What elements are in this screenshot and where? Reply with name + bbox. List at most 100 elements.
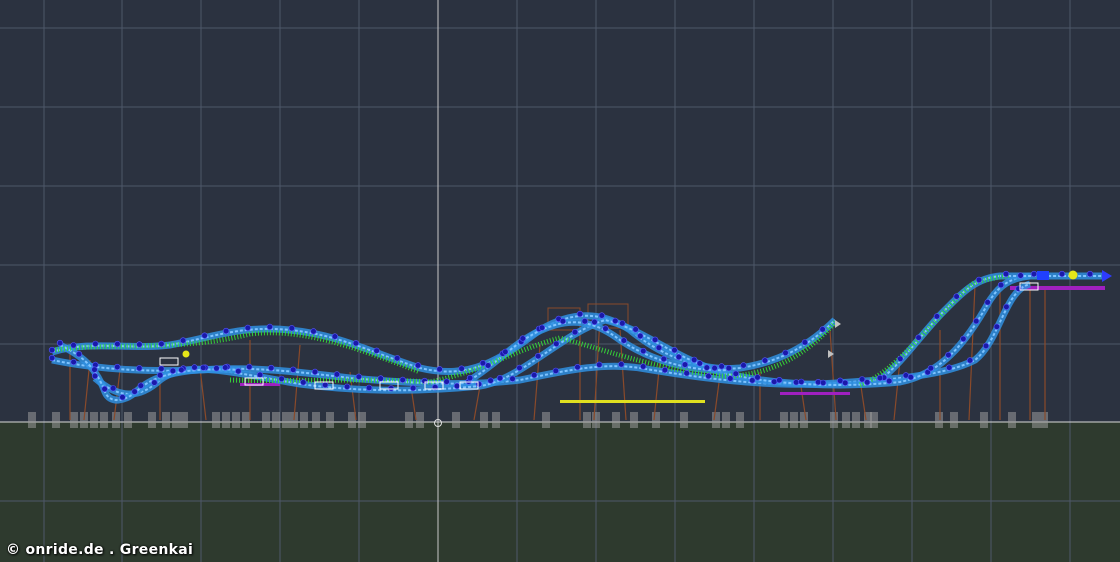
track-node[interactable] (516, 364, 523, 372)
track-node[interactable] (70, 342, 77, 349)
track-node[interactable] (793, 379, 800, 386)
track-node[interactable] (443, 378, 450, 385)
track-node[interactable] (776, 377, 783, 384)
track-node[interactable] (571, 329, 579, 336)
track-node[interactable] (136, 365, 143, 372)
track-node[interactable] (591, 318, 598, 326)
track-node[interactable] (661, 366, 669, 374)
track-node[interactable] (705, 373, 712, 380)
track-node[interactable] (519, 335, 526, 342)
track-node[interactable] (300, 379, 307, 386)
track-node[interactable] (933, 313, 941, 320)
track-node[interactable] (997, 281, 1005, 289)
track-node[interactable] (966, 357, 974, 364)
track-node[interactable] (377, 375, 384, 382)
track-node[interactable] (975, 276, 983, 284)
track-node[interactable] (246, 363, 253, 371)
track-node[interactable] (509, 375, 516, 382)
track-node[interactable] (290, 366, 297, 373)
track-node[interactable] (458, 365, 465, 372)
track-node[interactable] (576, 310, 584, 318)
track-node[interactable] (771, 378, 778, 385)
track-node[interactable] (864, 379, 871, 386)
track-node[interactable] (842, 379, 849, 387)
track-node[interactable] (897, 355, 904, 362)
editor-viewport[interactable]: © onride.de . Greenkai (0, 0, 1120, 562)
track-node[interactable] (619, 320, 626, 327)
track-node[interactable] (531, 372, 538, 379)
track-node[interactable] (151, 379, 158, 386)
track-node[interactable] (749, 377, 756, 384)
track-node[interactable] (725, 365, 732, 372)
track-node[interactable] (114, 340, 121, 348)
track-node[interactable] (110, 385, 117, 392)
track-node[interactable] (640, 347, 647, 355)
track-node[interactable] (322, 381, 329, 389)
track-node[interactable] (640, 363, 647, 370)
track-node[interactable] (268, 364, 275, 372)
track-node[interactable] (48, 346, 56, 354)
track-node[interactable] (311, 368, 319, 376)
track-node[interactable] (660, 355, 667, 363)
track-node[interactable] (801, 339, 809, 346)
track-node[interactable] (178, 366, 185, 374)
track-node[interactable] (886, 377, 893, 385)
track-node[interactable] (436, 366, 443, 373)
track-node[interactable] (479, 360, 487, 367)
track-node[interactable] (266, 323, 273, 331)
track-node[interactable] (331, 333, 339, 340)
track-node[interactable] (373, 347, 380, 354)
track-node[interactable] (70, 358, 77, 366)
track-node[interactable] (410, 385, 417, 392)
track-node[interactable] (399, 376, 406, 384)
track-node[interactable] (1030, 270, 1038, 278)
track-node[interactable] (618, 361, 625, 368)
track-node[interactable] (637, 332, 644, 340)
track-end-marker[interactable] (1068, 270, 1078, 280)
track-node[interactable] (927, 365, 934, 372)
track-node[interactable] (1086, 270, 1094, 278)
track-node[interactable] (602, 325, 609, 332)
track-node[interactable] (973, 318, 980, 325)
track-start-marker[interactable] (182, 350, 190, 358)
track-node[interactable] (696, 360, 703, 367)
track-node[interactable] (984, 299, 991, 306)
track-node[interactable] (288, 325, 295, 332)
track-node[interactable] (876, 374, 884, 382)
track-node[interactable] (711, 365, 718, 372)
track-node[interactable] (366, 384, 373, 391)
track-node[interactable] (114, 363, 121, 371)
track-node[interactable] (798, 378, 805, 385)
track-node[interactable] (137, 382, 144, 389)
track-node[interactable] (91, 366, 98, 373)
track-node[interactable] (655, 344, 663, 351)
track-node[interactable] (180, 337, 187, 344)
track-node[interactable] (612, 317, 619, 325)
track-node[interactable] (466, 374, 474, 382)
track-node[interactable] (496, 375, 504, 382)
track-node[interactable] (982, 342, 990, 350)
track-node[interactable] (691, 356, 698, 363)
track-node[interactable] (1002, 270, 1010, 278)
track-node[interactable] (740, 362, 747, 369)
track-node[interactable] (235, 368, 242, 375)
track-node[interactable] (960, 335, 967, 343)
track-node[interactable] (815, 379, 822, 386)
track-node[interactable] (953, 293, 960, 300)
track-node[interactable] (534, 353, 542, 360)
track-node[interactable] (553, 340, 560, 347)
track-node[interactable] (213, 365, 220, 372)
track-node[interactable] (1017, 272, 1024, 279)
track-node[interactable] (620, 337, 628, 344)
track-node[interactable] (538, 324, 546, 331)
track-node[interactable] (1058, 270, 1066, 278)
track-node[interactable] (574, 364, 581, 371)
track-node[interactable] (681, 361, 689, 368)
track-node[interactable] (683, 370, 690, 377)
track-node[interactable] (552, 367, 559, 374)
track-node[interactable] (782, 349, 789, 356)
track-node[interactable] (761, 357, 769, 364)
track-node[interactable] (244, 324, 251, 332)
track-node[interactable] (502, 348, 509, 355)
track-node[interactable] (91, 372, 99, 380)
